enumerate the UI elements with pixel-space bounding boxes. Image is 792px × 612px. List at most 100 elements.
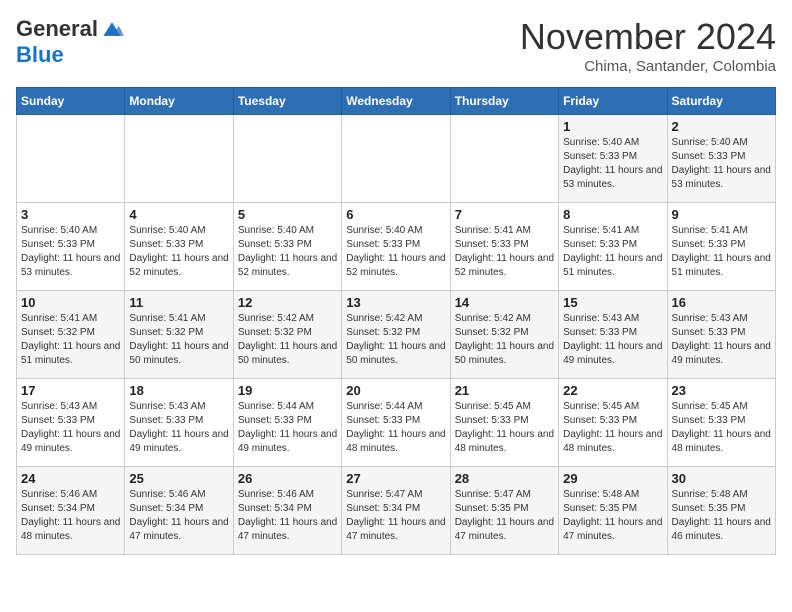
calendar-cell xyxy=(342,115,450,203)
page-header: General Blue November 2024 Chima, Santan… xyxy=(16,16,776,75)
calendar-cell: 13 Sunrise: 5:42 AM Sunset: 5:32 PM Dayli… xyxy=(342,291,450,379)
weekday-header: Saturday xyxy=(667,88,775,115)
day-number: 10 xyxy=(21,295,120,310)
calendar-cell: 20 Sunrise: 5:44 AM Sunset: 5:33 PM Dayli… xyxy=(342,379,450,467)
calendar-week-row: 17 Sunrise: 5:43 AM Sunset: 5:33 PM Dayli… xyxy=(17,379,776,467)
day-info: Sunrise: 5:40 AM Sunset: 5:33 PM Dayligh… xyxy=(672,136,771,192)
day-info: Sunrise: 5:44 AM Sunset: 5:33 PM Dayligh… xyxy=(346,400,445,456)
day-number: 17 xyxy=(21,383,120,398)
day-info: Sunrise: 5:45 AM Sunset: 5:33 PM Dayligh… xyxy=(455,400,554,456)
day-number: 1 xyxy=(563,119,662,134)
day-info: Sunrise: 5:41 AM Sunset: 5:33 PM Dayligh… xyxy=(455,224,554,280)
calendar-cell: 9 Sunrise: 5:41 AM Sunset: 5:33 PM Daylig… xyxy=(667,203,775,291)
calendar-cell: 24Sunrise: 5:46 AM Sunset: 5:34 PM Dayli… xyxy=(17,467,125,555)
weekday-header: Thursday xyxy=(450,88,558,115)
calendar-cell: 7 Sunrise: 5:41 AM Sunset: 5:33 PM Daylig… xyxy=(450,203,558,291)
calendar-cell: 18 Sunrise: 5:43 AM Sunset: 5:33 PM Dayli… xyxy=(125,379,233,467)
calendar-cell xyxy=(125,115,233,203)
day-info: Sunrise: 5:45 AM Sunset: 5:33 PM Dayligh… xyxy=(563,400,662,456)
logo-icon xyxy=(100,20,124,38)
day-number: 26 xyxy=(238,471,337,486)
weekday-header: Wednesday xyxy=(342,88,450,115)
day-info: Sunrise: 5:41 AM Sunset: 5:33 PM Dayligh… xyxy=(563,224,662,280)
calendar-week-row: 1 Sunrise: 5:40 AM Sunset: 5:33 PM Daylig… xyxy=(17,115,776,203)
calendar-cell: 5 Sunrise: 5:40 AM Sunset: 5:33 PM Daylig… xyxy=(233,203,341,291)
day-info: Sunrise: 5:40 AM Sunset: 5:33 PM Dayligh… xyxy=(129,224,228,280)
calendar-cell: 8 Sunrise: 5:41 AM Sunset: 5:33 PM Daylig… xyxy=(559,203,667,291)
calendar-cell: 10 Sunrise: 5:41 AM Sunset: 5:32 PM Dayli… xyxy=(17,291,125,379)
day-info: Sunrise: 5:48 AM Sunset: 5:35 PM Dayligh… xyxy=(563,488,662,544)
day-number: 27 xyxy=(346,471,445,486)
day-number: 5 xyxy=(238,207,337,222)
calendar-cell: 6Sunrise: 5:40 AM Sunset: 5:33 PM Daylig… xyxy=(342,203,450,291)
calendar-cell: 15 Sunrise: 5:43 AM Sunset: 5:33 PM Dayli… xyxy=(559,291,667,379)
weekday-header: Sunday xyxy=(17,88,125,115)
calendar-table: SundayMondayTuesdayWednesdayThursdayFrid… xyxy=(16,87,776,555)
calendar-cell: 2 Sunrise: 5:40 AM Sunset: 5:33 PM Daylig… xyxy=(667,115,775,203)
day-info: Sunrise: 5:42 AM Sunset: 5:32 PM Dayligh… xyxy=(455,312,554,368)
day-number: 12 xyxy=(238,295,337,310)
day-number: 3 xyxy=(21,207,120,222)
day-info: Sunrise: 5:43 AM Sunset: 5:33 PM Dayligh… xyxy=(563,312,662,368)
day-info: Sunrise: 5:42 AM Sunset: 5:32 PM Dayligh… xyxy=(346,312,445,368)
day-number: 16 xyxy=(672,295,771,310)
day-number: 15 xyxy=(563,295,662,310)
day-number: 9 xyxy=(672,207,771,222)
location: Chima, Santander, Colombia xyxy=(520,58,776,75)
calendar-cell: 11Sunrise: 5:41 AM Sunset: 5:32 PM Dayli… xyxy=(125,291,233,379)
title-block: November 2024 Chima, Santander, Colombia xyxy=(520,16,776,75)
month-title: November 2024 xyxy=(520,16,776,58)
day-number: 2 xyxy=(672,119,771,134)
day-number: 13 xyxy=(346,295,445,310)
calendar-cell: 4 Sunrise: 5:40 AM Sunset: 5:33 PM Daylig… xyxy=(125,203,233,291)
logo-blue: Blue xyxy=(16,42,64,67)
calendar-cell: 27 Sunrise: 5:47 AM Sunset: 5:34 PM Dayli… xyxy=(342,467,450,555)
weekday-header: Friday xyxy=(559,88,667,115)
day-number: 7 xyxy=(455,207,554,222)
calendar-cell xyxy=(233,115,341,203)
calendar-cell: 28 Sunrise: 5:47 AM Sunset: 5:35 PM Dayli… xyxy=(450,467,558,555)
calendar-cell: 26 Sunrise: 5:46 AM Sunset: 5:34 PM Dayli… xyxy=(233,467,341,555)
day-number: 18 xyxy=(129,383,228,398)
day-info: Sunrise: 5:41 AM Sunset: 5:33 PM Dayligh… xyxy=(672,224,771,280)
day-info: Sunrise: 5:40 AM Sunset: 5:33 PM Dayligh… xyxy=(563,136,662,192)
calendar-cell: 21 Sunrise: 5:45 AM Sunset: 5:33 PM Dayli… xyxy=(450,379,558,467)
day-number: 8 xyxy=(563,207,662,222)
calendar-cell: 16 Sunrise: 5:43 AM Sunset: 5:33 PM Dayli… xyxy=(667,291,775,379)
day-number: 20 xyxy=(346,383,445,398)
day-info: Sunrise: 5:41 AM Sunset: 5:32 PM Dayligh… xyxy=(129,312,228,368)
day-number: 30 xyxy=(672,471,771,486)
day-info: Sunrise: 5:42 AM Sunset: 5:32 PM Dayligh… xyxy=(238,312,337,368)
calendar-cell xyxy=(17,115,125,203)
day-info: Sunrise: 5:46 AM Sunset: 5:34 PM Dayligh… xyxy=(21,488,120,544)
day-number: 19 xyxy=(238,383,337,398)
logo: General Blue xyxy=(16,16,124,68)
day-number: 4 xyxy=(129,207,228,222)
calendar-cell: 30Sunrise: 5:48 AM Sunset: 5:35 PM Dayli… xyxy=(667,467,775,555)
day-info: Sunrise: 5:46 AM Sunset: 5:34 PM Dayligh… xyxy=(238,488,337,544)
calendar-cell: 3 Sunrise: 5:40 AM Sunset: 5:33 PM Daylig… xyxy=(17,203,125,291)
day-info: Sunrise: 5:43 AM Sunset: 5:33 PM Dayligh… xyxy=(672,312,771,368)
calendar-cell: 29Sunrise: 5:48 AM Sunset: 5:35 PM Dayli… xyxy=(559,467,667,555)
calendar-cell: 23 Sunrise: 5:45 AM Sunset: 5:33 PM Dayli… xyxy=(667,379,775,467)
calendar-week-row: 10 Sunrise: 5:41 AM Sunset: 5:32 PM Dayli… xyxy=(17,291,776,379)
calendar-cell: 12 Sunrise: 5:42 AM Sunset: 5:32 PM Dayli… xyxy=(233,291,341,379)
day-number: 21 xyxy=(455,383,554,398)
calendar-cell: 19 Sunrise: 5:44 AM Sunset: 5:33 PM Dayli… xyxy=(233,379,341,467)
calendar-cell: 17Sunrise: 5:43 AM Sunset: 5:33 PM Dayli… xyxy=(17,379,125,467)
day-info: Sunrise: 5:45 AM Sunset: 5:33 PM Dayligh… xyxy=(672,400,771,456)
calendar-cell: 14 Sunrise: 5:42 AM Sunset: 5:32 PM Dayli… xyxy=(450,291,558,379)
day-number: 22 xyxy=(563,383,662,398)
calendar-week-row: 24Sunrise: 5:46 AM Sunset: 5:34 PM Dayli… xyxy=(17,467,776,555)
day-info: Sunrise: 5:47 AM Sunset: 5:35 PM Dayligh… xyxy=(455,488,554,544)
day-number: 23 xyxy=(672,383,771,398)
day-info: Sunrise: 5:41 AM Sunset: 5:32 PM Dayligh… xyxy=(21,312,120,368)
day-info: Sunrise: 5:40 AM Sunset: 5:33 PM Dayligh… xyxy=(238,224,337,280)
day-info: Sunrise: 5:44 AM Sunset: 5:33 PM Dayligh… xyxy=(238,400,337,456)
day-number: 14 xyxy=(455,295,554,310)
day-info: Sunrise: 5:47 AM Sunset: 5:34 PM Dayligh… xyxy=(346,488,445,544)
day-info: Sunrise: 5:40 AM Sunset: 5:33 PM Dayligh… xyxy=(21,224,120,280)
day-number: 28 xyxy=(455,471,554,486)
day-info: Sunrise: 5:46 AM Sunset: 5:34 PM Dayligh… xyxy=(129,488,228,544)
day-info: Sunrise: 5:43 AM Sunset: 5:33 PM Dayligh… xyxy=(129,400,228,456)
